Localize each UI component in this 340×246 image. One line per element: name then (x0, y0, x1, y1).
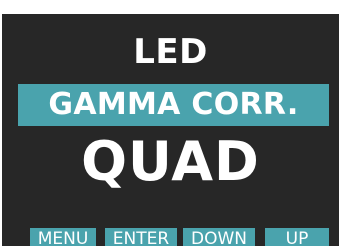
menu-softkey[interactable]: MENU (30, 228, 96, 246)
display-screen: LED GAMMA CORR. QUAD MENU ENTER DOWN UP (2, 14, 339, 246)
section-title: LED (133, 32, 208, 72)
down-softkey[interactable]: DOWN (183, 228, 255, 246)
parameter-name-bar: GAMMA CORR. (18, 84, 329, 126)
up-softkey[interactable]: UP (265, 228, 329, 246)
parameter-value: QUAD (81, 130, 260, 193)
enter-softkey[interactable]: ENTER (105, 228, 177, 246)
